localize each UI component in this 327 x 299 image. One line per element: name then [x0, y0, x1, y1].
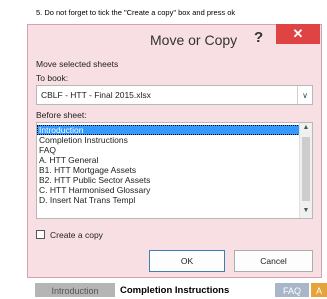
sheet-tab-bar: Introduction Completion Instructions FAQ…	[0, 283, 327, 297]
list-item[interactable]: Completion Instructions	[37, 135, 300, 145]
list-item[interactable]: C. HTT Harmonised Glossary	[37, 185, 300, 195]
tab-a[interactable]: A	[311, 283, 327, 297]
to-book-value: CBLF - HTT - Final 2015.xlsx	[41, 90, 151, 100]
list-item[interactable]: D. Insert Nat Trans Templ	[37, 195, 300, 205]
before-sheet-label: Before sheet:	[36, 110, 87, 120]
dialog-titlebar[interactable]: Move or Copy ? ✕	[28, 24, 321, 53]
scroll-down-icon[interactable]: ▼	[300, 207, 312, 217]
list-item[interactable]: B1. HTT Mortgage Assets	[37, 165, 300, 175]
before-sheet-list[interactable]: Introduction Completion Instructions FAQ…	[36, 122, 313, 219]
to-book-dropdown[interactable]: CBLF - HTT - Final 2015.xlsx ∨	[36, 85, 313, 105]
close-icon[interactable]: ✕	[276, 24, 320, 44]
list-item[interactable]: FAQ	[37, 145, 300, 155]
instruction-caption: 5. Do not forget to tick the "Create a c…	[36, 8, 236, 17]
list-item[interactable]: Introduction	[37, 125, 300, 135]
list-item[interactable]: A. HTT General	[37, 155, 300, 165]
cancel-button[interactable]: Cancel	[234, 250, 313, 272]
to-book-label: To book:	[36, 73, 69, 83]
move-selected-sheets-label: Move selected sheets	[36, 59, 119, 69]
tab-completion-instructions[interactable]: Completion Instructions	[120, 283, 270, 297]
create-copy-label[interactable]: Create a copy	[50, 230, 103, 240]
scroll-up-icon[interactable]: ▲	[300, 124, 312, 134]
chevron-down-icon[interactable]: ∨	[297, 86, 312, 104]
help-icon[interactable]: ?	[254, 29, 263, 46]
dialog-title: Move or Copy	[150, 32, 238, 48]
tab-introduction[interactable]: Introduction	[35, 283, 115, 297]
scrollbar-thumb[interactable]	[302, 137, 310, 201]
create-copy-checkbox[interactable]	[36, 230, 45, 239]
move-or-copy-dialog: Move or Copy ? ✕ Move selected sheets To…	[27, 24, 322, 278]
list-scrollbar[interactable]: ▲ ▼	[299, 123, 312, 218]
list-item[interactable]: B2. HTT Public Sector Assets	[37, 175, 300, 185]
tab-faq[interactable]: FAQ	[275, 283, 309, 297]
ok-button[interactable]: OK	[149, 250, 225, 272]
